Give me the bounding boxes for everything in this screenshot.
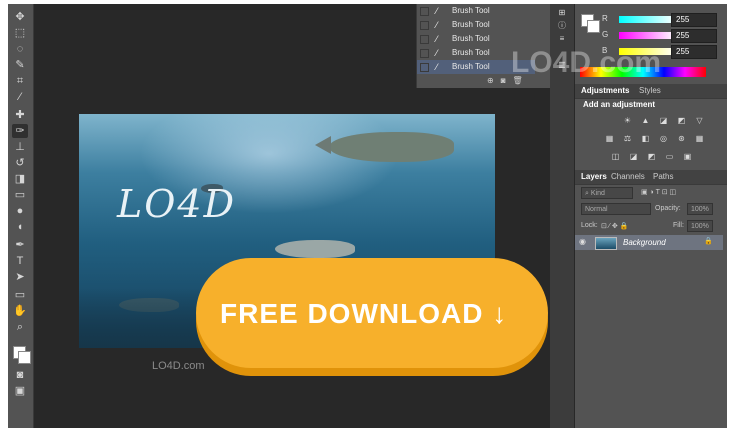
tab-adjustments[interactable]: Adjustments: [581, 86, 629, 95]
dodge-icon[interactable]: ◖: [12, 220, 28, 234]
large-fish: [329, 132, 454, 162]
brush-icon: ⁄: [436, 20, 438, 30]
curves-icon[interactable]: ◪: [659, 116, 668, 125]
lasso-icon[interactable]: ◌: [12, 42, 28, 56]
gradient-map-icon[interactable]: ▭: [665, 152, 674, 161]
brush-icon: ⁄: [436, 6, 438, 16]
blue-value-field[interactable]: 255: [671, 45, 717, 59]
lock-label: Lock:: [581, 222, 598, 229]
healing-icon[interactable]: ✚: [12, 108, 28, 122]
black-white-icon[interactable]: ◧: [641, 134, 650, 143]
gradient-icon[interactable]: ▭: [12, 188, 28, 202]
history-item[interactable]: ⁄ Brush Tool: [417, 32, 535, 46]
path-select-icon[interactable]: ➤: [12, 270, 28, 284]
brush-icon[interactable]: ✑: [12, 124, 28, 138]
history-item[interactable]: ⁄ Brush Tool: [417, 18, 535, 32]
layer-thumbnail: [595, 237, 617, 250]
levels-icon[interactable]: ▲: [641, 116, 650, 125]
tab-styles[interactable]: Styles: [639, 86, 661, 95]
type-icon[interactable]: T: [12, 254, 28, 268]
tab-paths[interactable]: Paths: [653, 172, 673, 181]
blend-mode-select[interactable]: Normal: [581, 203, 651, 215]
move-icon[interactable]: ✥: [12, 10, 28, 24]
stamp-icon[interactable]: ⊥: [12, 140, 28, 154]
selective-color-icon[interactable]: ▣: [683, 152, 692, 161]
info-icon[interactable]: ⓘ: [555, 20, 569, 32]
watermark-bottom: LO4D.com: [152, 360, 205, 372]
layer-kind-filter[interactable]: ⌕ Kind: [581, 187, 633, 199]
histogram-icon[interactable]: ⊞: [555, 8, 569, 20]
invert-icon[interactable]: ◫: [611, 152, 620, 161]
history-brush-icon[interactable]: ↺: [12, 156, 28, 170]
threshold-icon[interactable]: ◩: [647, 152, 656, 161]
red-slider[interactable]: R 255: [583, 13, 725, 27]
green-value-field[interactable]: 255: [671, 29, 717, 43]
hue-saturation-icon[interactable]: ▦: [605, 134, 614, 143]
brush-presets-icon[interactable]: ≡: [555, 34, 569, 46]
adjustments-tabs: Adjustments Styles: [575, 84, 727, 99]
brush-icon: ⁄: [436, 48, 438, 58]
posterize-icon[interactable]: ◪: [629, 152, 638, 161]
history-item[interactable]: ⁄ Brush Tool: [417, 4, 535, 18]
adjustments-heading: Add an adjustment: [583, 100, 656, 109]
lock-icons[interactable]: ⊡ ⁄ ✥ 🔒: [601, 222, 628, 230]
quick-mask-icon[interactable]: ◙: [12, 368, 28, 382]
pen-icon[interactable]: ✒: [12, 238, 28, 252]
brightness-icon[interactable]: ☀: [623, 116, 632, 125]
red-value-field[interactable]: 255: [671, 13, 717, 27]
tab-channels[interactable]: Channels: [611, 172, 645, 181]
color-balance-icon[interactable]: ⚖: [623, 134, 632, 143]
watermark-top: LO4D.com: [511, 46, 662, 79]
zoom-icon[interactable]: ⌕: [12, 320, 28, 334]
eyedropper-icon[interactable]: ⁄: [12, 90, 28, 104]
marquee-icon[interactable]: ⬚: [12, 26, 28, 40]
shape-icon[interactable]: ▭: [12, 288, 28, 302]
vibrance-icon[interactable]: ▽: [695, 116, 704, 125]
fill-label: Fill:: [673, 222, 684, 229]
blur-icon[interactable]: ●: [12, 204, 28, 218]
layers-tabs: Layers Channels Paths: [575, 170, 727, 185]
fill-field[interactable]: 100%: [687, 220, 713, 232]
eraser-icon[interactable]: ◨: [12, 172, 28, 186]
tools-panel: ✥ ⬚ ◌ ✎ ⌗ ⁄ ✚ ✑ ⊥ ↺ ◨ ▭ ● ◖ ✒ T ➤ ▭ ✋ ⌕ …: [8, 4, 34, 428]
free-download-button[interactable]: FREE DOWNLOAD ↓: [196, 258, 548, 368]
crop-icon[interactable]: ⌗: [12, 74, 28, 88]
opacity-field[interactable]: 100%: [687, 203, 713, 215]
green-slider[interactable]: G 255: [583, 29, 725, 43]
brush-icon: ⁄: [436, 34, 438, 44]
quick-select-icon[interactable]: ✎: [12, 58, 28, 72]
channel-mixer-icon[interactable]: ⊛: [677, 134, 686, 143]
exposure-icon[interactable]: ◩: [677, 116, 686, 125]
fish-tail: [315, 136, 331, 154]
lock-icon: 🔒: [704, 238, 713, 245]
background-color-swatch[interactable]: [18, 351, 31, 364]
handwritten-text: LO4D: [117, 182, 237, 226]
opacity-label: Opacity:: [655, 205, 681, 212]
screen-mode-icon[interactable]: ▣: [12, 384, 28, 398]
color-lookup-icon[interactable]: ▦: [695, 134, 704, 143]
layer-filter-icons[interactable]: ▣ ◑ T ⊡ ◫: [641, 188, 676, 196]
photo-filter-icon[interactable]: ◎: [659, 134, 668, 143]
brush-icon: ⁄: [436, 62, 438, 72]
layer-row-background[interactable]: ◉ Background 🔒: [575, 235, 723, 250]
tab-layers[interactable]: Layers: [581, 172, 607, 181]
hand-icon[interactable]: ✋: [12, 304, 28, 318]
visibility-eye-icon[interactable]: ◉: [579, 237, 586, 246]
shark: [275, 240, 355, 258]
